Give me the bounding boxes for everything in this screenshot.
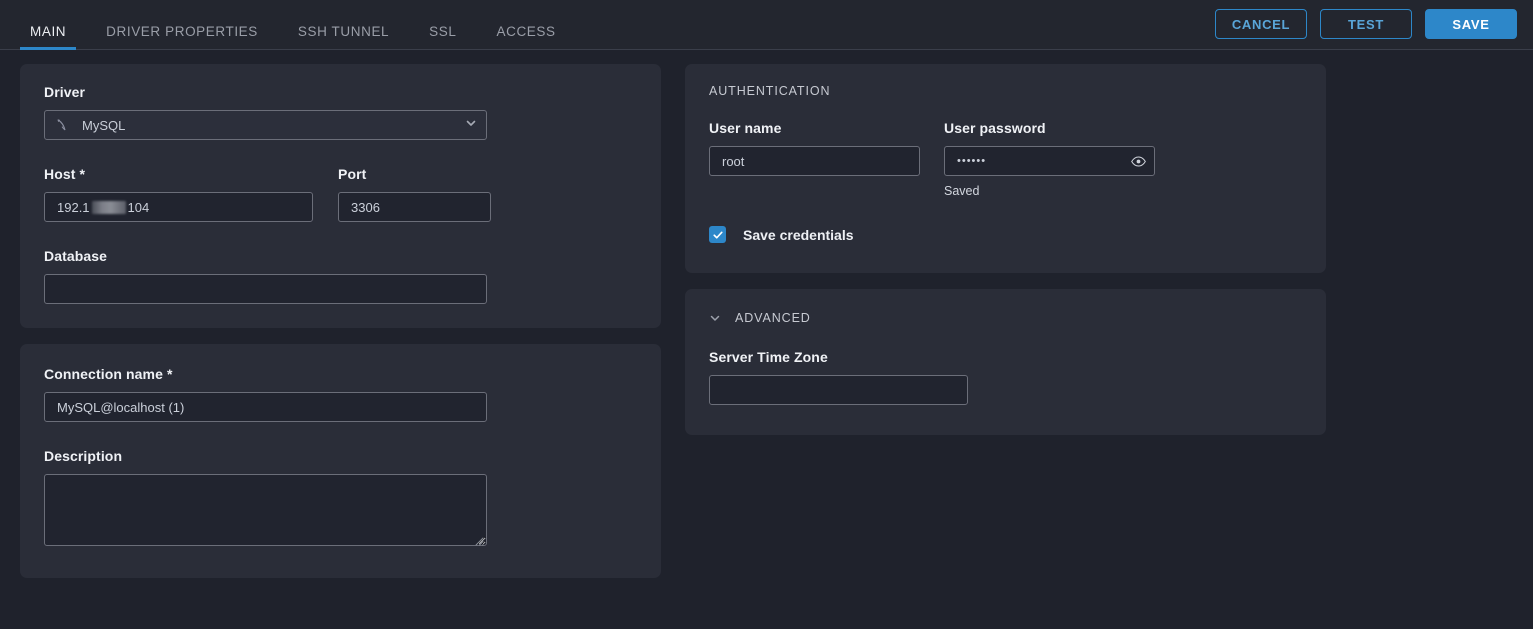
user-password-input-value: •••••• [957, 155, 987, 167]
driver-label: Driver [44, 84, 86, 100]
connection-name-input[interactable]: MySQL@localhost (1) [44, 392, 487, 422]
description-textarea-wrapper [44, 474, 487, 546]
window-header: MAIN DRIVER PROPERTIES SSH TUNNEL SSL AC… [0, 0, 1533, 50]
checkmark-icon [712, 231, 723, 239]
user-name-input-value: root [722, 153, 745, 169]
advanced-collapse-chevron-down-icon[interactable] [709, 312, 721, 324]
host-input[interactable]: 192.1 104 [44, 192, 313, 222]
host-redaction-block [91, 200, 126, 214]
tab-driver-properties[interactable]: DRIVER PROPERTIES [86, 23, 278, 50]
authentication-panel-title: AUTHENTICATION [709, 84, 831, 98]
user-password-label: User password [944, 120, 1046, 136]
host-label: Host * [44, 166, 86, 182]
cancel-button[interactable]: CANCEL [1215, 9, 1307, 39]
authentication-panel: AUTHENTICATION User name root User passw… [685, 64, 1326, 273]
server-time-zone-label: Server Time Zone [709, 349, 828, 365]
database-field-group: Database [44, 248, 637, 304]
driver-select[interactable]: MySQL [44, 110, 487, 140]
tab-main-label: MAIN [30, 23, 67, 39]
tab-ssh-tunnel[interactable]: SSH TUNNEL [278, 23, 409, 50]
description-label: Description [44, 448, 123, 464]
advanced-panel-title: ADVANCED [735, 311, 811, 325]
host-input-value: 192.1 104 [57, 200, 149, 215]
host-port-row: Host * 192.1 104 Port 3306 [44, 166, 637, 222]
tab-ssl-label: SSL [429, 23, 457, 39]
database-label: Database [44, 248, 108, 264]
connection-name-input-value: MySQL@localhost (1) [57, 399, 185, 415]
user-password-input[interactable]: •••••• [944, 146, 1155, 176]
header-action-buttons: CANCEL TEST SAVE [1215, 9, 1517, 39]
port-label: Port [338, 166, 367, 182]
chevron-down-icon [465, 116, 477, 134]
server-time-zone-input-wrapper [709, 375, 968, 405]
settings-body: Driver MySQL Host * 192.1 104 Port 3306 … [0, 50, 1533, 629]
connection-name-label: Connection name * [44, 366, 173, 382]
connection-naming-panel: Connection name * MySQL@localhost (1) De… [20, 344, 661, 578]
host-value-suffix: 104 [127, 199, 150, 215]
tab-access-label: ACCESS [496, 23, 556, 39]
eye-icon[interactable] [1129, 152, 1147, 170]
connection-name-input-wrapper: MySQL@localhost (1) [44, 392, 487, 422]
advanced-panel: ADVANCED Server Time Zone [685, 289, 1326, 435]
database-input-wrapper [44, 274, 487, 304]
tab-ssh-tunnel-label: SSH TUNNEL [297, 23, 390, 39]
host-value-prefix: 192.1 [57, 199, 90, 215]
port-input[interactable]: 3306 [338, 192, 491, 222]
save-credentials-label: Save credentials [743, 226, 854, 243]
save-button-label: SAVE [1452, 16, 1490, 32]
tab-driver-properties-label: DRIVER PROPERTIES [106, 23, 258, 39]
user-name-input[interactable]: root [709, 146, 920, 176]
description-field-group: Description [44, 448, 637, 546]
port-field-group: Port 3306 [338, 166, 491, 222]
database-input[interactable] [44, 274, 487, 304]
tab-bar: MAIN DRIVER PROPERTIES SSH TUNNEL SSL AC… [0, 0, 576, 50]
tab-access[interactable]: ACCESS [477, 23, 576, 50]
tab-ssl[interactable]: SSL [409, 23, 476, 50]
authentication-fields-row: User name root User password •••••• Save… [709, 120, 1302, 198]
user-password-field-group: User password •••••• Saved [944, 120, 1155, 198]
connection-settings-panel: Driver MySQL Host * 192.1 104 Port 3306 … [20, 64, 661, 328]
test-button-label: TEST [1347, 16, 1385, 32]
tab-main[interactable]: MAIN [10, 23, 86, 50]
password-saved-status: Saved [944, 184, 980, 198]
server-time-zone-input[interactable] [709, 375, 968, 405]
left-column: Driver MySQL Host * 192.1 104 Port 3306 … [20, 64, 661, 578]
right-column: AUTHENTICATION User name root User passw… [685, 64, 1326, 435]
save-credentials-row[interactable]: Save credentials [709, 226, 1302, 243]
driver-select-wrapper: MySQL [44, 110, 487, 140]
description-textarea[interactable] [44, 474, 487, 546]
driver-select-value: MySQL [82, 117, 126, 133]
user-name-field-group: User name root [709, 120, 920, 198]
advanced-panel-header[interactable]: ADVANCED [709, 311, 1302, 325]
cancel-button-label: CANCEL [1231, 16, 1291, 32]
save-button[interactable]: SAVE [1425, 9, 1517, 39]
test-button[interactable]: TEST [1320, 9, 1412, 39]
port-input-value: 3306 [351, 199, 380, 215]
host-field-group: Host * 192.1 104 [44, 166, 313, 222]
save-credentials-checkbox[interactable] [709, 226, 726, 243]
user-name-label: User name [709, 120, 782, 136]
user-password-input-wrapper: •••••• [944, 146, 1155, 176]
mysql-dolphin-icon [55, 117, 73, 133]
